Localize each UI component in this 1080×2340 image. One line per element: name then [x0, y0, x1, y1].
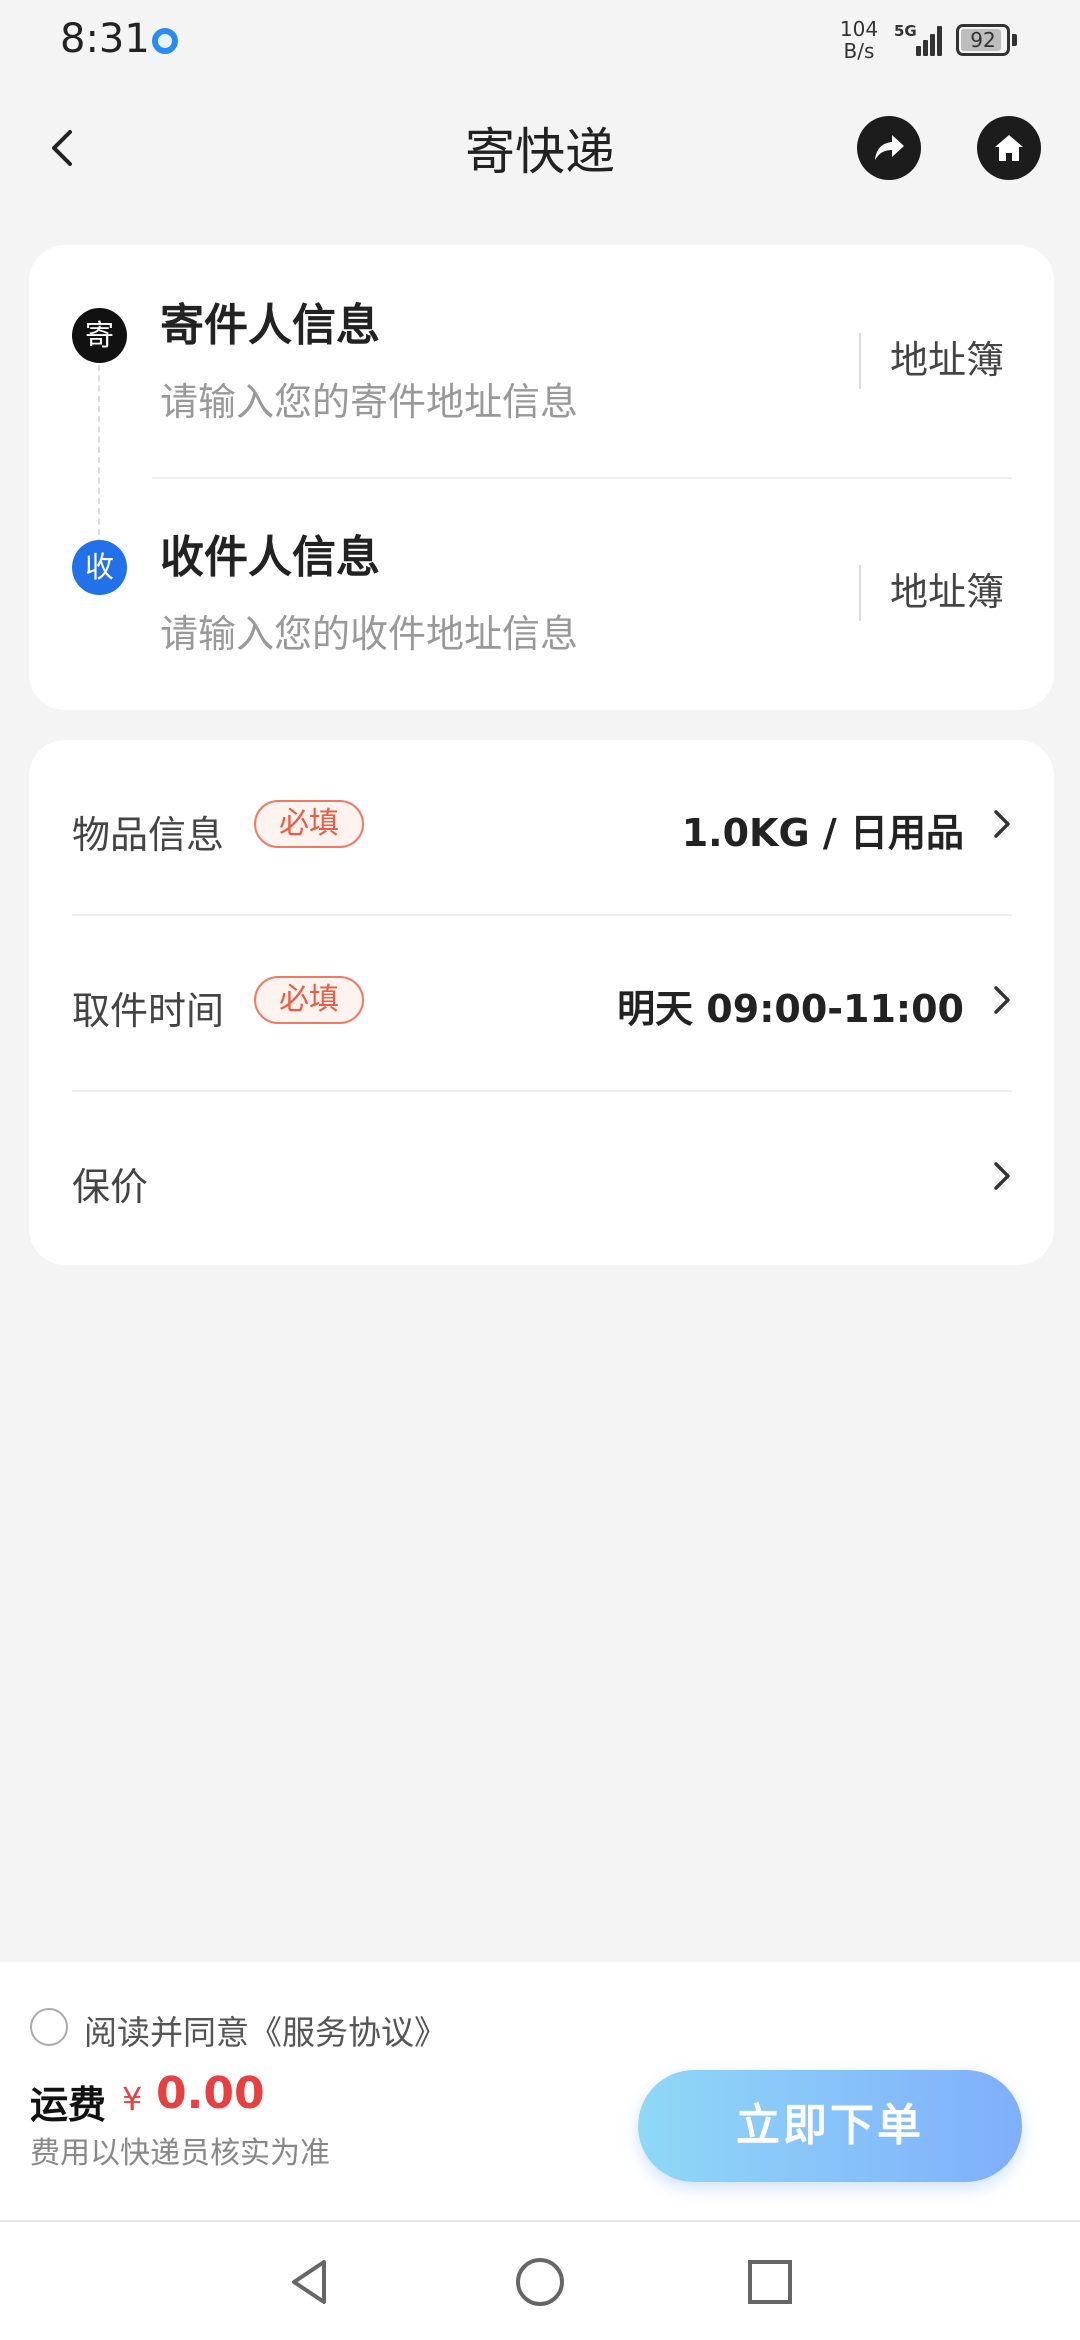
sender-address-book-button[interactable]: 地址簿 — [890, 329, 1004, 384]
item-info-row[interactable]: 物品信息 必填 1.0KG / 日用品 — [29, 740, 1054, 916]
status-time: 8:31 — [60, 16, 150, 62]
nav-home-icon[interactable] — [510, 2252, 570, 2312]
battery-level: 92 — [970, 28, 996, 52]
sender-title: 寄件人信息 — [160, 300, 380, 351]
agreement-text[interactable]: 阅读并同意《服务协议》 — [84, 2006, 447, 2054]
currency-symbol: ¥ — [122, 2080, 143, 2118]
pickup-time-value: 明天 09:00-11:00 — [617, 987, 964, 1031]
nav-recent-apps-icon[interactable] — [740, 2252, 800, 2312]
item-info-value: 1.0KG / 日用品 — [681, 811, 964, 855]
place-order-button[interactable]: 立即下单 — [638, 2070, 1022, 2182]
home-button[interactable] — [977, 116, 1041, 180]
home-icon — [995, 135, 1023, 161]
item-info-label: 物品信息 — [72, 813, 225, 857]
chevron-right-icon — [994, 810, 1010, 838]
required-tag: 必填 — [254, 800, 364, 848]
system-nav-bar — [0, 2220, 1080, 2340]
insurance-row[interactable]: 保价 — [29, 1092, 1054, 1268]
fee-note: 费用以快递员核实为准 — [30, 2136, 330, 2171]
share-button[interactable] — [857, 116, 921, 180]
chevron-right-icon — [994, 1162, 1010, 1190]
divider — [859, 333, 861, 389]
agreement-checkbox[interactable] — [30, 2008, 68, 2046]
network-speed: 104 B/s — [836, 18, 882, 62]
divider — [859, 565, 861, 621]
signal-icon — [916, 24, 946, 56]
required-tag: 必填 — [254, 976, 364, 1024]
address-card: 寄 寄件人信息 请输入您的寄件地址信息 地址簿 收 收件人信息 请输入您的收件地… — [29, 245, 1054, 710]
receiver-placeholder[interactable]: 请输入您的收件地址信息 — [160, 603, 578, 658]
receiver-address-book-button[interactable]: 地址簿 — [890, 561, 1004, 616]
receiver-badge: 收 — [72, 540, 127, 595]
divider — [152, 477, 1012, 479]
insurance-label: 保价 — [72, 1165, 149, 1209]
pickup-time-row[interactable]: 取件时间 必填 明天 09:00-11:00 — [29, 916, 1054, 1092]
nav-back-icon[interactable] — [280, 2252, 340, 2312]
status-bar: 8:31 104 B/s 5G 92 — [0, 0, 1080, 84]
sender-badge: 寄 — [72, 308, 127, 363]
sender-placeholder[interactable]: 请输入您的寄件地址信息 — [160, 371, 578, 426]
battery-icon: 92 — [956, 24, 1010, 56]
app-notification-icon — [152, 28, 178, 54]
shipment-info-card: 物品信息 必填 1.0KG / 日用品 取件时间 必填 明天 09:00-11:… — [29, 740, 1054, 1265]
receiver-info-row[interactable]: 收 收件人信息 请输入您的收件地址信息 地址簿 — [29, 507, 1054, 687]
bottom-action-bar: 阅读并同意《服务协议》 运费 ¥ 0.00 费用以快递员核实为准 立即下单 — [0, 1962, 1080, 2220]
fee-label: 运费 — [30, 2083, 107, 2127]
network-speed-value: 104 — [839, 17, 879, 41]
fee-amount: 0.00 — [156, 2068, 265, 2119]
network-type: 5G — [894, 22, 917, 40]
header: 寄快递 — [0, 100, 1080, 196]
network-speed-unit: B/s — [843, 39, 875, 63]
share-icon — [875, 135, 904, 160]
pickup-time-label: 取件时间 — [72, 989, 225, 1033]
sender-info-row[interactable]: 寄 寄件人信息 请输入您的寄件地址信息 地址簿 — [29, 275, 1054, 455]
receiver-title: 收件人信息 — [160, 532, 380, 583]
chevron-right-icon — [994, 986, 1010, 1014]
